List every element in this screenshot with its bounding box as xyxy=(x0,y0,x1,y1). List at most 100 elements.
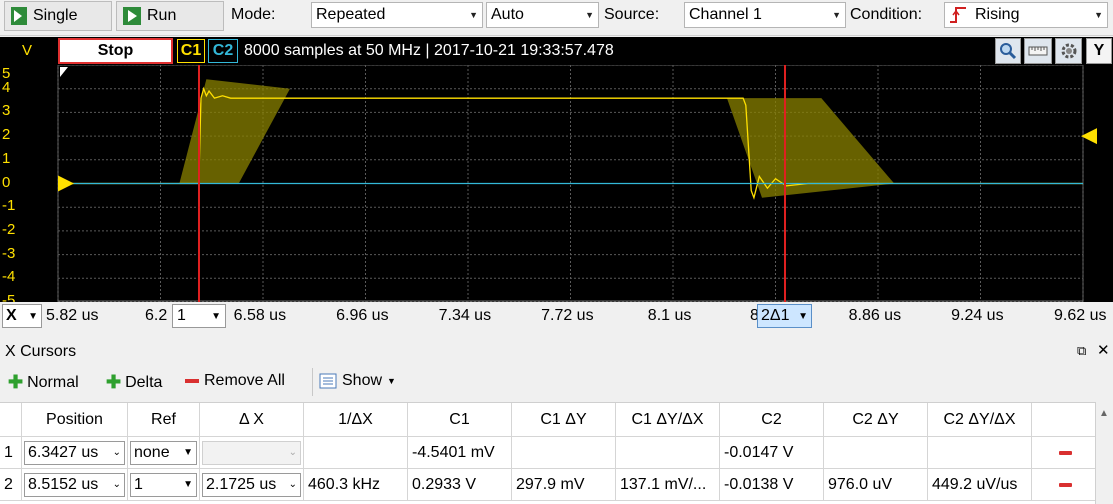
remove-cursor-icon[interactable] xyxy=(1058,450,1072,455)
column-header-label: 1/ΔX xyxy=(338,410,373,428)
x-tick-label: 7.72 us xyxy=(541,307,594,324)
table-cell: 1 xyxy=(0,437,22,469)
channel-1-toggle[interactable]: C1 xyxy=(177,39,205,63)
measure-button[interactable] xyxy=(1024,38,1052,64)
single-button[interactable]: Single xyxy=(4,1,112,31)
toolbar: Single Run Mode: Repeated ▼ Auto ▼ Source:… xyxy=(0,0,1113,36)
chevron-down-icon: ▼ xyxy=(585,10,594,20)
c2_dy-value: 976.0 uV xyxy=(828,475,893,493)
table-cell[interactable]: none ▼ xyxy=(128,437,200,469)
add-delta-button[interactable]: ✚ Delta xyxy=(106,372,162,393)
channel-2-toggle[interactable]: C2 xyxy=(208,39,238,63)
zoom-button[interactable] xyxy=(995,38,1021,64)
add-normal-button[interactable]: ✚ Normal xyxy=(8,372,79,393)
table-cell xyxy=(304,437,408,469)
auto-select[interactable]: Auto ▼ xyxy=(486,2,599,28)
minus-icon xyxy=(185,379,199,383)
position-select[interactable]: 8.5152 us ⌄ xyxy=(24,472,125,497)
plot-area[interactable]: 5 4 3 2 1 0 -1 -2 -3 -4 -5 xyxy=(0,65,1113,309)
source-select[interactable]: Channel 1 ▼ xyxy=(684,2,846,28)
x-ref-select[interactable]: 1 ▼ xyxy=(172,304,226,328)
column-header-label: C2 xyxy=(761,410,782,428)
remove-cursor-icon[interactable] xyxy=(1058,482,1072,487)
scroll-up-icon[interactable]: ▲ xyxy=(1099,408,1109,419)
chevron-down-icon: ▼ xyxy=(832,10,841,20)
acquisition-status: 8000 samples at 50 MHz | 2017-10-21 19:3… xyxy=(244,42,614,59)
run-button[interactable]: Run xyxy=(116,1,224,31)
chevron-down-icon: ⌄ xyxy=(112,447,121,458)
source-label: Source: xyxy=(604,6,660,23)
ref-select[interactable]: 1 ▼ xyxy=(130,472,197,497)
column-header: Ref xyxy=(128,403,200,437)
table-cell[interactable]: 8.5152 us ⌄ xyxy=(22,469,128,501)
table-cell[interactable]: 2.1725 us ⌄ xyxy=(200,469,304,501)
x-tick-label: 8.1 us xyxy=(647,307,692,324)
table-cell: 460.3 kHz xyxy=(304,469,408,501)
row-index: 1 xyxy=(4,443,13,461)
toolbar-divider xyxy=(312,368,313,396)
x-tick-label: 6.58 us xyxy=(233,307,287,324)
dx-select[interactable]: 2.1725 us ⌄ xyxy=(202,472,301,497)
table-cell: 976.0 uV xyxy=(824,469,928,501)
delta-cursor-select[interactable]: 2Δ1 ▼ xyxy=(757,304,812,328)
remove-all-button[interactable]: Remove All xyxy=(185,372,285,390)
chevron-down-icon: ▼ xyxy=(1094,10,1103,20)
table-cell: -4.5401 mV xyxy=(408,437,512,469)
column-header-label: C1 ΔY/ΔX xyxy=(631,410,704,428)
y-axis-button[interactable]: Y xyxy=(1086,38,1112,64)
trigger-band xyxy=(726,98,895,198)
column-header: C1 xyxy=(408,403,512,437)
single-icon xyxy=(11,7,27,25)
mode-select[interactable]: Repeated ▼ xyxy=(311,2,483,28)
close-icon[interactable]: ✕ xyxy=(1097,341,1110,359)
x-tick-label: 8.86 us xyxy=(848,307,902,324)
table-scrollbar[interactable]: ▲ xyxy=(1095,402,1113,504)
y-unit-label: V xyxy=(22,42,33,59)
x-tick-label: 5.82 us xyxy=(46,307,99,324)
show-menu-button[interactable]: Show ▼ xyxy=(319,372,396,390)
column-header: Δ X xyxy=(200,403,304,437)
column-header: C2 ΔY/ΔX xyxy=(928,403,1032,437)
c1_dy-value: 297.9 mV xyxy=(516,475,585,493)
cursor-toolbar: ✚ Normal ✚ Delta Remove All Show ▼ xyxy=(0,368,1113,400)
restore-icon[interactable]: ⧉ xyxy=(1077,343,1086,359)
settings-button[interactable] xyxy=(1055,38,1082,64)
chevron-down-icon: ▼ xyxy=(798,310,808,322)
c2-value: -0.0138 V xyxy=(724,475,794,493)
c2_dydx-value: 449.2 uV/us xyxy=(932,475,1018,493)
table-cell[interactable]: ⌄ xyxy=(200,437,304,469)
dx-value: 2.1725 us xyxy=(206,475,277,493)
x-axis-button[interactable]: X ▼ xyxy=(2,304,42,328)
chevron-down-icon: ▼ xyxy=(211,310,221,322)
table-cell[interactable] xyxy=(1032,469,1099,501)
chevron-down-icon: ⌄ xyxy=(112,479,121,490)
table-cell: 449.2 uV/us xyxy=(928,469,1032,501)
dx-select[interactable]: ⌄ xyxy=(202,440,301,465)
table-cell: 0.2933 V xyxy=(408,469,512,501)
position-select[interactable]: 6.3427 us ⌄ xyxy=(24,440,125,465)
c2-value: -0.0147 V xyxy=(724,443,794,461)
condition-select[interactable]: Rising ▼ xyxy=(944,2,1108,28)
column-header: C1 ΔY xyxy=(512,403,616,437)
column-header-label: Position xyxy=(46,410,103,428)
x-axis-bar: X ▼ 5.82 us 6.2 6.58 us 6.96 us 7.34 us 7.72 u… xyxy=(0,302,1113,330)
c1-value: 0.2933 V xyxy=(412,475,477,493)
table-cell[interactable]: 6.3427 us ⌄ xyxy=(22,437,128,469)
table-cell xyxy=(928,437,1032,469)
waveform-plot[interactable] xyxy=(0,65,1113,302)
run-icon xyxy=(123,7,141,25)
c1-value: -4.5401 mV xyxy=(412,443,495,461)
column-header-label: C2 ΔY xyxy=(852,410,899,428)
table-cell[interactable]: 1 ▼ xyxy=(128,469,200,501)
column-header: C1 ΔY/ΔX xyxy=(616,403,720,437)
table-cell[interactable] xyxy=(1032,437,1099,469)
table-cell xyxy=(616,437,720,469)
inv_dx-value: 460.3 kHz xyxy=(308,475,381,493)
x-tick-label: 9.62 us xyxy=(1054,307,1107,324)
ref-select[interactable]: none ▼ xyxy=(130,440,197,465)
table-cell: 2 xyxy=(0,469,22,501)
column-header-label: C1 xyxy=(449,410,470,428)
column-header: C2 ΔY xyxy=(824,403,928,437)
stop-button[interactable]: Stop xyxy=(58,38,173,64)
column-header-label: C2 ΔY/ΔX xyxy=(943,410,1016,428)
